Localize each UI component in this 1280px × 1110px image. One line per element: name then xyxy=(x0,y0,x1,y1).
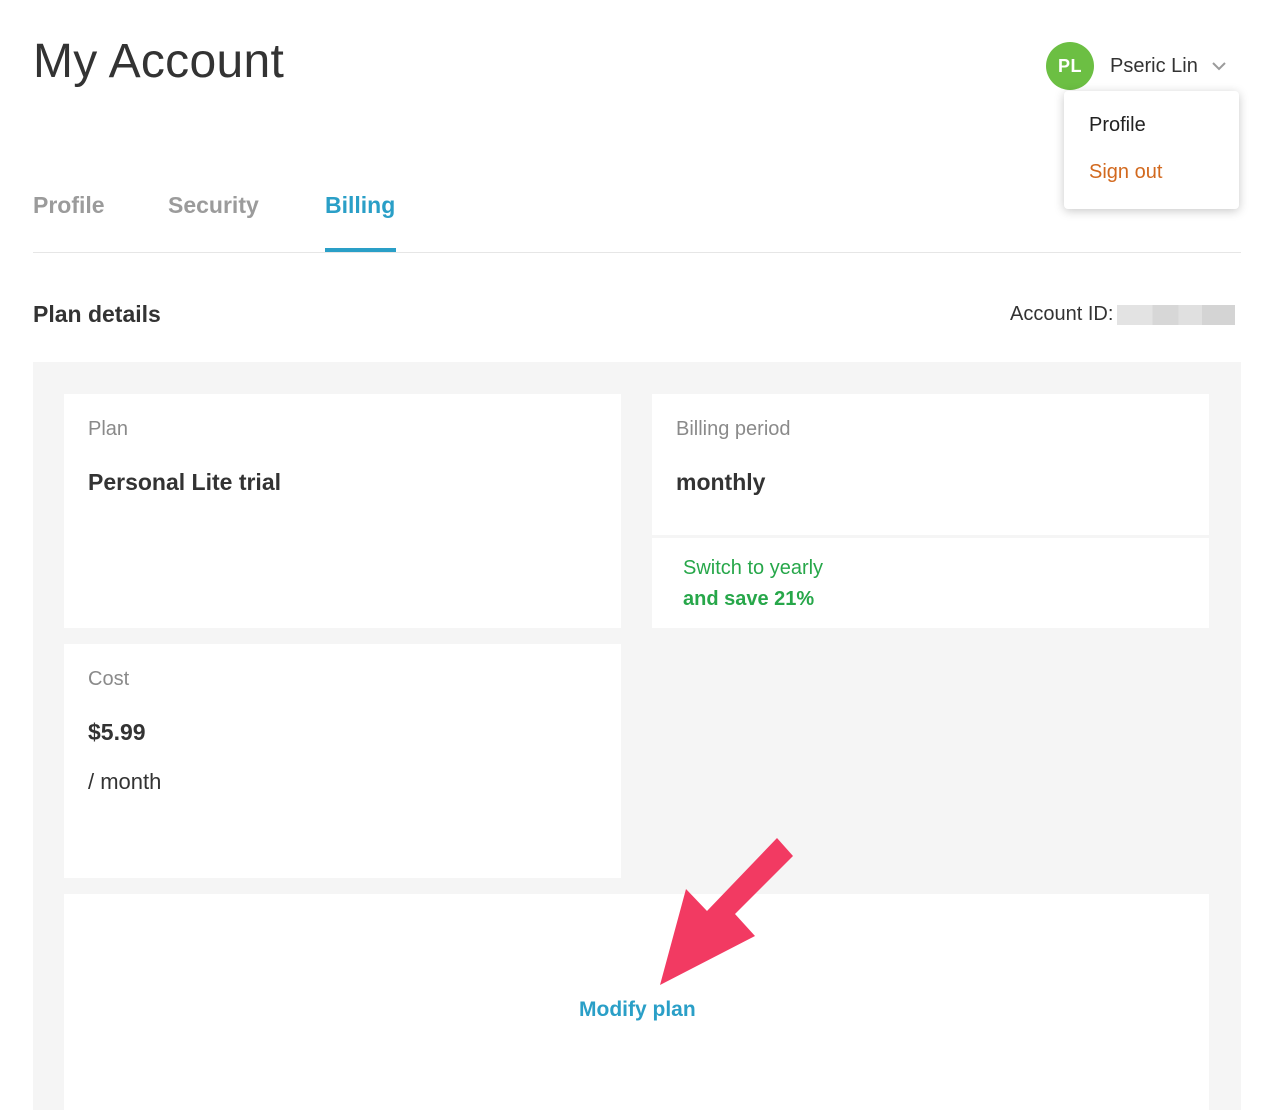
plan-value: Personal Lite trial xyxy=(88,469,282,495)
avatar: PL xyxy=(1046,42,1094,90)
tab-bar: Profile Security Billing xyxy=(33,190,1241,254)
plan-details-panel: Plan Personal Lite trial Billing period … xyxy=(33,362,1241,1110)
yearly-savings-text[interactable]: and save 21% xyxy=(683,588,814,611)
switch-to-yearly-link[interactable]: Switch to yearly xyxy=(683,557,823,580)
account-id: Account ID: xyxy=(1010,303,1236,326)
billing-period-card: Billing period monthly xyxy=(652,394,1209,535)
modify-plan-link[interactable]: Modify plan xyxy=(579,998,696,1022)
tab-security[interactable]: Security xyxy=(168,192,259,219)
user-menu-trigger[interactable]: PL Pseric Lin xyxy=(1046,42,1228,90)
billing-period-label: Billing period xyxy=(676,418,791,440)
menu-item-sign-out[interactable]: Sign out xyxy=(1089,161,1162,184)
account-id-label: Account ID: xyxy=(1010,303,1114,325)
user-name: Pseric Lin xyxy=(1110,54,1198,77)
chevron-down-icon xyxy=(1210,57,1228,75)
cost-card: Cost $5.99 / month xyxy=(64,644,621,878)
cost-unit: / month xyxy=(88,769,162,794)
modify-plan-card: Modify plan xyxy=(64,894,1209,1110)
tabs-divider xyxy=(33,252,1241,253)
switch-to-yearly-card[interactable]: Switch to yearly and save 21% xyxy=(652,538,1209,628)
account-page: My Account PL Pseric Lin Profile Sign ou… xyxy=(0,0,1280,1110)
section-title: Plan details xyxy=(33,301,161,327)
account-id-redacted xyxy=(1117,304,1236,325)
tab-billing[interactable]: Billing xyxy=(325,192,395,219)
page-title: My Account xyxy=(33,35,285,88)
cost-value: $5.99 xyxy=(88,719,146,745)
plan-label: Plan xyxy=(88,418,129,440)
billing-period-value: monthly xyxy=(676,469,766,495)
menu-item-profile[interactable]: Profile xyxy=(1089,114,1146,137)
cost-label: Cost xyxy=(88,668,130,690)
tab-profile[interactable]: Profile xyxy=(33,192,105,219)
plan-card: Plan Personal Lite trial xyxy=(64,394,621,628)
